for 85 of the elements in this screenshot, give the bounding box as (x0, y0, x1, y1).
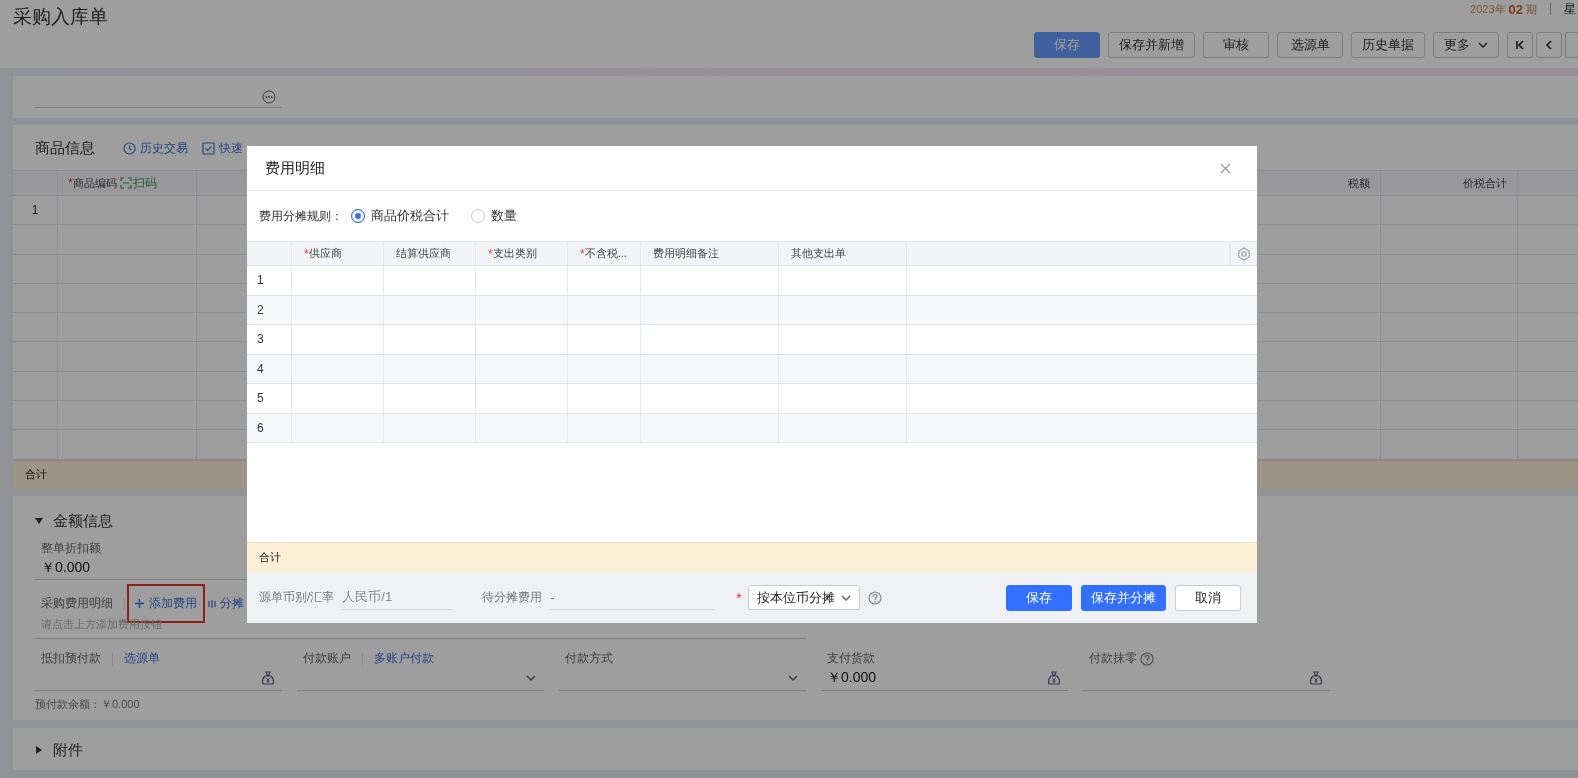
plus-icon (135, 599, 144, 609)
dialog-title: 费用明细 (265, 158, 325, 178)
toolbar-link[interactable]: 快速 (202, 140, 243, 157)
primary-button[interactable]: 保存 (1006, 584, 1072, 611)
toolbar-button[interactable]: 选源单 (1277, 32, 1343, 58)
balance-text: 预付款余额：￥0.000 (35, 696, 141, 712)
field-label: 采购费用明细 (41, 595, 113, 613)
required-mark: * (736, 589, 742, 606)
previous-button[interactable] (1536, 32, 1562, 58)
column-header: 供应商 (308, 246, 342, 261)
radio-option[interactable]: 数量 (471, 207, 517, 225)
cancel-button[interactable]: 取消 (1175, 584, 1241, 611)
row-number: 3 (257, 332, 264, 347)
toolbar-button[interactable]: 审核 (1203, 32, 1269, 58)
chevron-down-icon (526, 675, 536, 682)
page-title: 采购入库单 (13, 5, 108, 29)
link[interactable]: 选源单 (124, 650, 160, 668)
field-label: 待分摊费用 (482, 589, 543, 606)
row-number: 6 (257, 420, 264, 435)
column-header: 商品编码 (72, 175, 117, 191)
input-field: 人民币/1 (342, 585, 455, 610)
field-label: 费用分摊规则： (259, 207, 343, 225)
period-unit: 期 (1526, 1, 1537, 17)
field-label: 支付货款 (827, 650, 875, 668)
chevron-down-icon (788, 675, 798, 682)
field-label: 抵扣预付款 (41, 650, 101, 668)
section-title: 商品信息 (35, 139, 95, 158)
section-toggle[interactable]: 附件 (35, 740, 83, 760)
column-header: 其他支出单 (791, 246, 846, 261)
period-number: 02 (1508, 1, 1523, 17)
row-number: 5 (257, 391, 264, 406)
field-label: 付款账户 (303, 650, 351, 668)
weekday-label: 星 (1564, 0, 1576, 18)
column-header: 支出类别 (492, 246, 537, 261)
column-header: 费用明细备注 (653, 246, 719, 261)
section-toggle[interactable]: 金额信息 (35, 511, 113, 531)
nav-button[interactable] (1565, 32, 1578, 58)
more-icon (262, 89, 276, 104)
field-label: 付款抹零 (1089, 650, 1137, 668)
field-label: 源单币别/汇率 (259, 589, 335, 606)
money-bag-icon (262, 671, 274, 686)
input-field: - (550, 585, 715, 610)
first-page-button[interactable] (1507, 32, 1533, 58)
required-mark: * (580, 246, 585, 261)
field-label: 整单折扣额 (41, 539, 102, 557)
close-icon (1220, 162, 1231, 174)
scan-icon (119, 177, 132, 189)
field-label: 付款方式 (565, 650, 613, 668)
chevron-down-icon (840, 594, 851, 601)
period-year: 2023年 (1470, 1, 1506, 17)
split-icon (207, 598, 217, 609)
column-header: 税额 (1348, 175, 1370, 191)
caret-right-icon (35, 746, 43, 755)
clock-icon (123, 142, 136, 155)
money-bag-icon (1048, 671, 1060, 686)
first-icon (1515, 40, 1525, 50)
required-mark: * (488, 246, 493, 261)
column-header: 不含税... (584, 246, 627, 261)
chevron-down-icon (1478, 42, 1488, 48)
money-bag-icon (1310, 671, 1322, 686)
required-mark: * (304, 246, 309, 261)
input-field[interactable]: ￥0.000 (821, 666, 1068, 691)
more-dropdown[interactable]: 更多 (1433, 32, 1499, 58)
caret-down-icon (35, 517, 43, 526)
total-label: 合计 (25, 467, 47, 483)
checkbox-icon (202, 142, 215, 155)
row-number: 1 (257, 273, 264, 288)
row-number: 4 (257, 361, 264, 376)
toolbar-button[interactable]: 历史单据 (1351, 32, 1425, 58)
link[interactable]: 多账户付款 (374, 650, 434, 668)
split-fee-link[interactable]: 分摊 (207, 595, 244, 613)
gear-icon (1237, 246, 1251, 261)
total-label: 合计 (259, 550, 281, 565)
chevron-left-icon (1544, 40, 1554, 50)
column-header: 价税合计 (1463, 175, 1507, 191)
toolbar-link[interactable]: 历史交易 (123, 140, 188, 157)
split-mode-dropdown[interactable]: 按本位币分摊 (747, 585, 860, 610)
radio-option[interactable]: 商品价税合计 (351, 207, 449, 225)
toolbar-button[interactable]: 保存并新增 (1108, 32, 1195, 58)
help-icon (867, 590, 882, 605)
column-header: 结算供应商 (396, 246, 451, 261)
required-mark: * (68, 176, 73, 190)
primary-button[interactable]: 保存并分摊 (1081, 584, 1166, 611)
row-number: 2 (257, 302, 264, 317)
row-number: 1 (31, 203, 39, 218)
